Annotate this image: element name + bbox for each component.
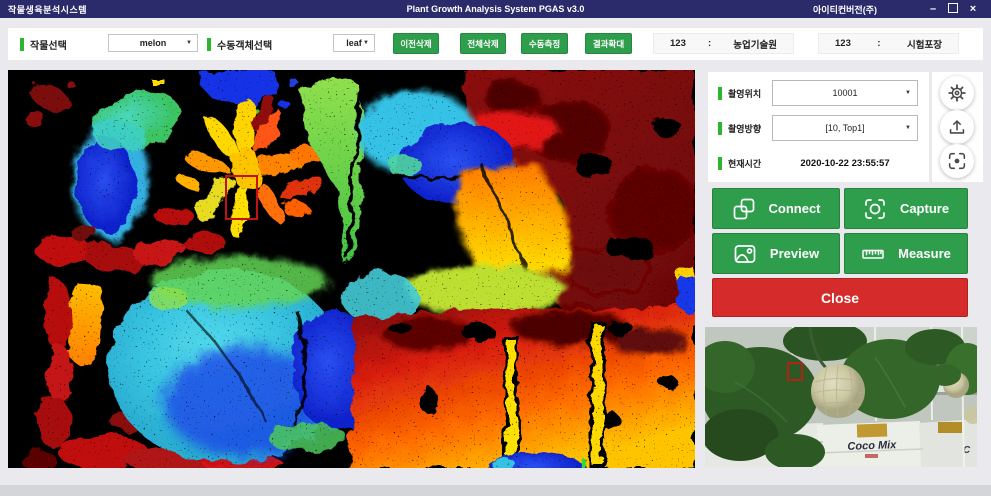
current-time-value: 2020-10-22 23:55:57 [772, 150, 918, 176]
capture-panel: 촬영위치 10001 ▼ 촬영방향 [10, Top1] ▼ 현재시간 2020… [708, 72, 929, 182]
maximize-icon [948, 3, 958, 13]
chevron-down-icon: ▼ [363, 40, 369, 46]
crop-select-dropdown[interactable]: melon ▼ [108, 34, 198, 52]
green-bar-icon [20, 38, 24, 51]
manual-object-label: 수동객체선택 [207, 28, 272, 60]
crop-select-label: 작물선택 [20, 28, 67, 60]
bag-label: Coco Mix [847, 439, 897, 453]
site-code: 123 [670, 38, 686, 49]
field-separator: : [877, 38, 880, 49]
manual-measure-button[interactable]: 수동측정 [521, 33, 568, 54]
field-info-box: 123 : 시험포장 [818, 33, 959, 54]
capture-icon [863, 197, 887, 221]
upload-button[interactable] [940, 110, 974, 144]
chevron-down-icon: ▼ [905, 90, 911, 96]
capture-position-row: 촬영위치 10001 ▼ [708, 80, 929, 106]
settings-button[interactable] [940, 76, 974, 110]
maximize-button[interactable] [943, 0, 963, 18]
connect-icon [732, 197, 756, 221]
site-name: 농업기술원 [733, 37, 777, 51]
field-code: 123 [835, 38, 851, 49]
capture-direction-dropdown[interactable]: [10, Top1] ▼ [772, 115, 918, 141]
preview-icon [733, 242, 757, 266]
depth-image [8, 70, 695, 468]
current-time-label: 현재시간 [718, 150, 761, 176]
result-zoom-button[interactable]: 결과확대 [585, 33, 632, 54]
capture-position-dropdown[interactable]: 10001 ▼ [772, 80, 918, 106]
app-title: 작물생육분석시스템 [8, 3, 87, 16]
depth-map-view[interactable] [8, 70, 695, 468]
focus-icon [946, 150, 968, 172]
toolbar: 작물선택 melon ▼ 수동객체선택 leaf ▼ 이전삭제 전체삭제 수동측… [8, 28, 983, 60]
noise-overlay [8, 70, 695, 468]
minimize-button[interactable]: – [923, 0, 943, 18]
capture-direction-row: 촬영방향 [10, Top1] ▼ [708, 115, 929, 141]
green-bar-icon [718, 157, 722, 170]
chevron-down-icon: ▼ [905, 125, 911, 131]
close-button[interactable]: Close [712, 278, 968, 317]
chevron-down-icon: ▼ [186, 40, 192, 46]
green-bar-icon [718, 122, 722, 135]
delete-previous-button[interactable]: 이전삭제 [393, 33, 439, 54]
green-bar-icon [207, 38, 211, 51]
measure-icon [861, 242, 885, 266]
field-name: 시험포장 [907, 37, 942, 51]
delete-all-button[interactable]: 전체삭제 [460, 33, 506, 54]
site-separator: : [708, 38, 711, 49]
gear-icon [946, 82, 968, 104]
window-title: Plant Growth Analysis System PGAS v3.0 [407, 4, 585, 14]
photo-preview[interactable]: Coco Mix Coco M C [705, 327, 977, 467]
site-info-box: 123 : 농업기술원 [653, 33, 794, 54]
app-window: 작물생육분석시스템 Plant Growth Analysis System P… [0, 0, 991, 496]
bottom-strip [0, 485, 991, 496]
capture-button[interactable]: Capture [844, 188, 968, 229]
close-window-button[interactable]: × [963, 0, 983, 18]
focus-button[interactable] [940, 144, 974, 178]
green-bar-icon [718, 87, 722, 100]
title-bar: 작물생육분석시스템 Plant Growth Analysis System P… [0, 0, 991, 18]
side-icon-strip [932, 72, 983, 182]
manual-object-dropdown[interactable]: leaf ▼ [333, 34, 375, 52]
company-name: 아이티컨버전(주) [813, 3, 877, 16]
upload-icon [946, 116, 968, 138]
connect-button[interactable]: Connect [712, 188, 840, 229]
photo-melon [811, 364, 865, 418]
measure-button[interactable]: Measure [844, 233, 968, 274]
current-time-row: 현재시간 2020-10-22 23:55:57 [708, 150, 929, 176]
preview-button[interactable]: Preview [712, 233, 840, 274]
photo-image: Coco Mix Coco M C [705, 327, 977, 467]
capture-direction-label: 촬영방향 [718, 115, 761, 141]
capture-position-label: 촬영위치 [718, 80, 761, 106]
